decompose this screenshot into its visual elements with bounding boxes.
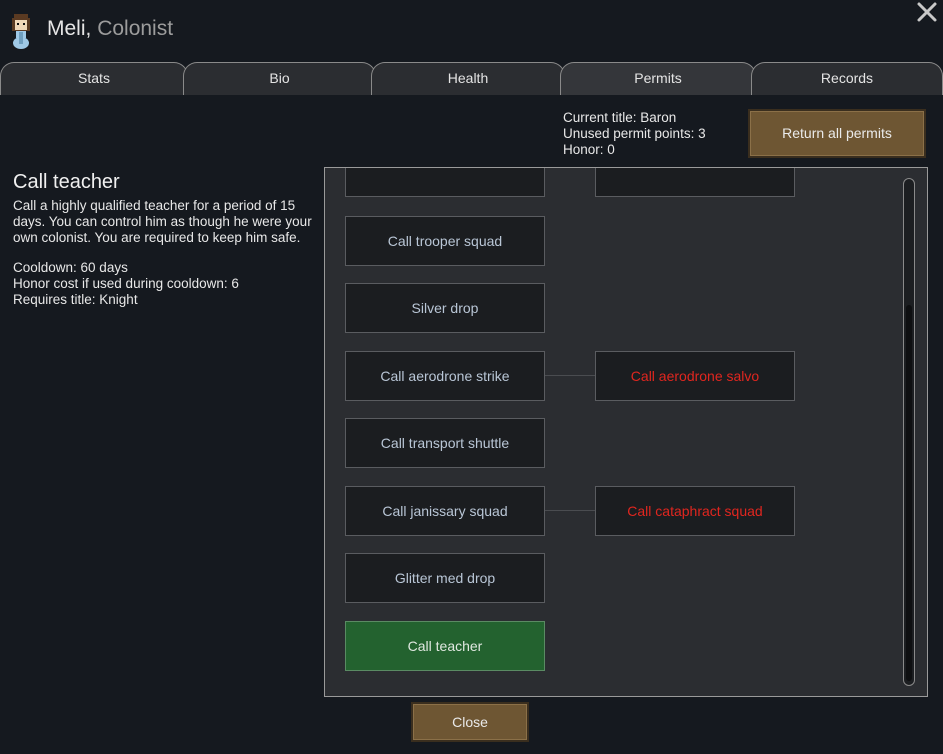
pawn-first-name: Meli (47, 17, 86, 40)
tab-bio[interactable]: Bio (183, 62, 376, 95)
permit-call-aerodrone-salvo[interactable]: Call aerodrone salvo (595, 351, 795, 401)
permit-silver-drop[interactable]: Silver drop (345, 283, 545, 333)
permit-call-trooper-squad[interactable]: Call trooper squad (345, 216, 545, 266)
permit-scrollbar-thumb[interactable] (906, 305, 912, 681)
tab-bar: Stats Bio Health Permits Records (0, 62, 943, 95)
unused-permit-points: Unused permit points: 3 (563, 126, 706, 141)
permit-connector (545, 375, 595, 376)
permit-glitter-med-drop[interactable]: Glitter med drop (345, 553, 545, 603)
name-separator: , (85, 17, 98, 40)
pawn-role: Colonist (97, 17, 174, 40)
permit-cooldown: Cooldown: 60 days (13, 260, 128, 275)
permit-call-janissary-squad[interactable]: Call janissary squad (345, 486, 545, 536)
tab-permits[interactable]: Permits (560, 62, 756, 95)
pawn-avatar (8, 12, 34, 50)
close-button[interactable]: Close (411, 702, 529, 742)
permit-honor-cost: Honor cost if used during cooldown: 6 (13, 276, 239, 291)
tab-stats[interactable]: Stats (0, 62, 188, 95)
permit-detail-title: Call teacher (13, 171, 120, 193)
permit-call-cataphract-squad[interactable]: Call cataphract squad (595, 486, 795, 536)
permit-detail-description: Call a highly qualified teacher for a pe… (13, 198, 312, 245)
permit-detail: Call teacher Call a highly qualified tea… (13, 171, 323, 308)
title-info: Current title: Baron Unused permit point… (563, 110, 706, 158)
honor-value: Honor: 0 (563, 142, 615, 157)
tab-records[interactable]: Records (751, 62, 943, 95)
close-icon[interactable] (915, 0, 939, 24)
pawn-name: Meli, Colonist (47, 17, 173, 41)
current-title: Current title: Baron (563, 110, 677, 125)
tab-health[interactable]: Health (371, 62, 565, 95)
permit-call-aerodrone-strike[interactable]: Call aerodrone strike (345, 351, 545, 401)
permit-requires-title: Requires title: Knight (13, 292, 138, 307)
permit-node-partial[interactable] (345, 168, 545, 197)
permit-call-transport-shuttle[interactable]: Call transport shuttle (345, 418, 545, 468)
permit-call-teacher[interactable]: Call teacher (345, 621, 545, 671)
permit-connector (545, 510, 595, 511)
return-all-permits-button[interactable]: Return all permits (748, 109, 926, 158)
window-header: Meli, Colonist (0, 0, 943, 62)
permit-tree-panel: Call trooper squad Silver drop Call aero… (324, 167, 928, 697)
permit-node-partial-locked[interactable] (595, 168, 795, 197)
permit-scrollbar[interactable] (903, 178, 915, 686)
